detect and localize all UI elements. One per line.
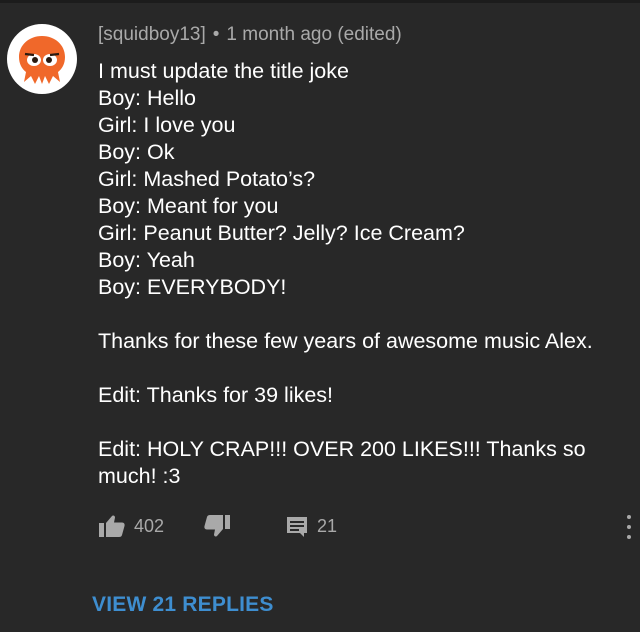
more-dot	[627, 515, 631, 519]
comment-line: Boy: EVERYBODY!	[98, 275, 287, 299]
comment-line: Girl: Mashed Potato’s?	[98, 167, 316, 191]
comment-body: I must update the title joke Boy: Hello …	[98, 58, 638, 490]
comment-line: Boy: Hello	[98, 86, 196, 110]
reply-button[interactable]: 21	[285, 513, 337, 539]
comment-edit-1: Edit: Thanks for 39 likes!	[98, 383, 334, 407]
separator-dot: •	[212, 24, 220, 45]
more-dot	[627, 525, 631, 529]
thumbs-up-icon	[99, 515, 125, 537]
comment-line: Girl: I love you	[98, 113, 236, 137]
comment-icon	[287, 517, 307, 537]
author-name[interactable]: [squidboy13]	[98, 24, 206, 45]
thumbs-down-icon	[204, 515, 230, 537]
more-vertical-icon[interactable]	[626, 515, 632, 539]
comment-line: Girl: Peanut Butter? Jelly? Ice Cream?	[98, 221, 465, 245]
comment-edit-2: Edit: HOLY CRAP!!! OVER 200 LIKES!!! Tha…	[98, 437, 586, 488]
comment-line: Boy: Yeah	[98, 248, 195, 272]
like-count: 402	[134, 515, 165, 536]
squid-avatar-icon[interactable]	[7, 24, 77, 94]
top-edge	[0, 0, 640, 3]
view-replies-button[interactable]: VIEW 21 REPLIES	[92, 593, 274, 617]
more-dot	[627, 535, 631, 539]
like-button[interactable]: 402	[98, 513, 164, 539]
comment-timestamp[interactable]: 1 month ago (edited)	[226, 24, 401, 45]
comment-actions: 402 21	[98, 513, 640, 539]
comment-header: [squidboy13] • 1 month ago (edited)	[98, 24, 402, 46]
comment-thanks: Thanks for these few years of awesome mu…	[98, 329, 593, 353]
comment-line: Boy: Ok	[98, 140, 175, 164]
comment-line: Boy: Meant for you	[98, 194, 279, 218]
dislike-button[interactable]	[203, 513, 231, 539]
comment-line: I must update the title joke	[98, 59, 349, 83]
reply-count: 21	[317, 515, 338, 536]
